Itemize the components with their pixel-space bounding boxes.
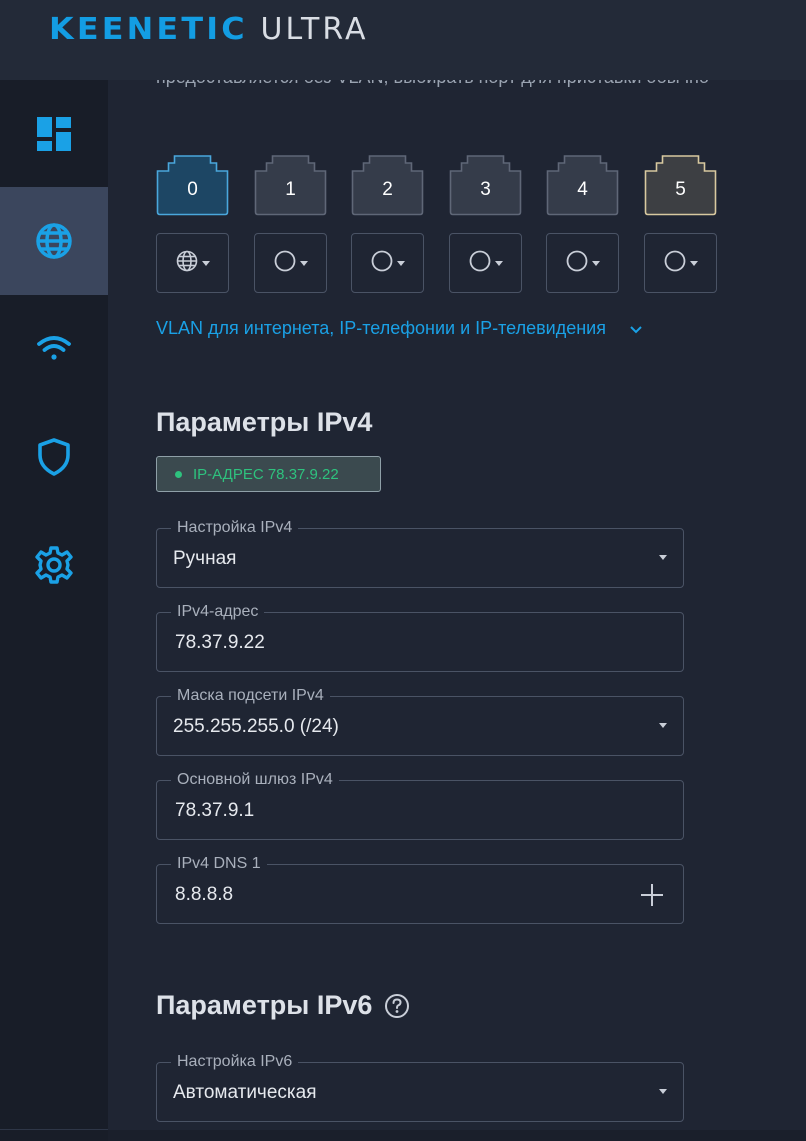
ipv4-mask-select[interactable]: Маска подсети IPv4 255.255.255.0 (/24) (156, 686, 684, 756)
field-label: Маска подсети IPv4 (171, 686, 330, 706)
port-jack[interactable]: 4 (546, 155, 619, 216)
ipv4-setup-select[interactable]: Настройка IPv4 Ручная (156, 518, 684, 588)
chevron-down-icon (689, 260, 698, 266)
chevron-down-icon (591, 260, 600, 266)
ipv4-gateway-input[interactable]: Основной шлюз IPv4 78.37.9.1 (156, 770, 684, 840)
wifi-icon (36, 334, 72, 364)
main-content: предоставляется без VLAN, выбирать порт … (108, 80, 806, 1141)
sidebar-item-wifi[interactable] (0, 295, 108, 403)
field-value: 78.37.9.1 (175, 800, 255, 821)
field-label: IPv4 DNS 1 (171, 854, 267, 874)
field-label: IPv4-адрес (171, 602, 265, 622)
ipv6-title-text: Параметры IPv6 (156, 990, 373, 1020)
port-jack[interactable]: 3 (449, 155, 522, 216)
shield-icon (37, 438, 71, 476)
chevron-down-icon (659, 723, 667, 728)
field-value: 8.8.8.8 (175, 884, 234, 905)
top-header: KEENETIC ULTRA (0, 0, 806, 80)
chevron-down-icon (494, 260, 503, 266)
circle-icon (274, 250, 296, 277)
field-value: Автоматическая (173, 1082, 317, 1103)
field-value: Ручная (173, 548, 237, 569)
port-number: 3 (480, 179, 491, 200)
gear-icon (35, 546, 73, 584)
chevron-down-icon (299, 260, 308, 266)
port-mode-dropdown[interactable] (156, 233, 229, 293)
port-number: 0 (187, 179, 198, 200)
status-dot (175, 470, 182, 478)
chevron-down-icon (659, 1089, 667, 1094)
sidebar-item-internet[interactable] (0, 187, 108, 295)
ipv4-address-input[interactable]: IPv4-адрес 78.37.9.22 (156, 602, 684, 672)
field-label: Настройка IPv6 (171, 1052, 299, 1072)
field-label: Настройка IPv4 (171, 518, 299, 538)
sidebar (0, 80, 108, 1141)
logo-model: ULTRA (260, 11, 369, 47)
port-number: 5 (675, 179, 686, 200)
chevron-down-icon (659, 555, 667, 560)
ipv6-section-title: Параметры IPv6 (156, 990, 410, 1021)
sidebar-item-settings[interactable] (0, 511, 108, 619)
circle-icon (566, 250, 588, 277)
field-label: Основной шлюз IPv4 (171, 770, 339, 790)
globe-icon (35, 222, 73, 260)
port-jack[interactable]: 0 (156, 155, 229, 216)
bottom-bar (108, 1130, 806, 1141)
keenetic-logo[interactable]: KEENETIC ULTRA (49, 9, 369, 49)
port-number: 2 (382, 179, 393, 200)
circle-icon (469, 250, 491, 277)
port-jack[interactable]: 1 (254, 155, 327, 216)
port-jack[interactable]: 5 (644, 155, 717, 216)
field-value: 255.255.255.0 (/24) (173, 716, 339, 737)
badge-text: IP-АДРЕС 78.37.9.22 (193, 465, 339, 483)
circle-icon (371, 250, 393, 277)
chevron-down-icon (630, 318, 642, 339)
vlan-settings-link[interactable]: VLAN для интернета, IP-телефонии и IP-те… (156, 318, 642, 339)
port-jack[interactable]: 2 (351, 155, 424, 216)
description-text: предоставляется без VLAN, выбирать порт … (156, 80, 709, 88)
port-mode-dropdown[interactable] (351, 233, 424, 293)
port-mode-dropdown[interactable] (449, 233, 522, 293)
field-value: 78.37.9.22 (175, 632, 265, 653)
globe-icon (176, 250, 198, 277)
port-mode-dropdown[interactable] (254, 233, 327, 293)
ip-status-badge: IP-АДРЕС 78.37.9.22 (156, 456, 381, 492)
port-mode-dropdown[interactable] (546, 233, 619, 293)
sidebar-item-security[interactable] (0, 403, 108, 511)
vlan-link-label: VLAN для интернета, IP-телефонии и IP-те… (156, 318, 606, 338)
circle-icon (664, 250, 686, 277)
help-icon[interactable] (384, 993, 410, 1019)
logo-brand: KEENETIC (49, 11, 248, 47)
port-number: 1 (285, 179, 296, 200)
ipv4-section-title: Параметры IPv4 (156, 407, 373, 437)
ipv6-setup-select[interactable]: Настройка IPv6 Автоматическая (156, 1052, 684, 1122)
port-mode-dropdown[interactable] (644, 233, 717, 293)
sidebar-divider (0, 1129, 108, 1130)
sidebar-item-dashboard[interactable] (0, 80, 108, 188)
port-number: 4 (577, 179, 588, 200)
port-selector: 0 1 2 3 4 5 (156, 155, 726, 295)
chevron-down-icon (396, 260, 405, 266)
plus-icon[interactable] (639, 882, 665, 913)
ipv4-dns1-input[interactable]: IPv4 DNS 1 8.8.8.8 (156, 854, 684, 924)
dashboard-icon (36, 116, 72, 152)
chevron-down-icon (201, 260, 210, 266)
